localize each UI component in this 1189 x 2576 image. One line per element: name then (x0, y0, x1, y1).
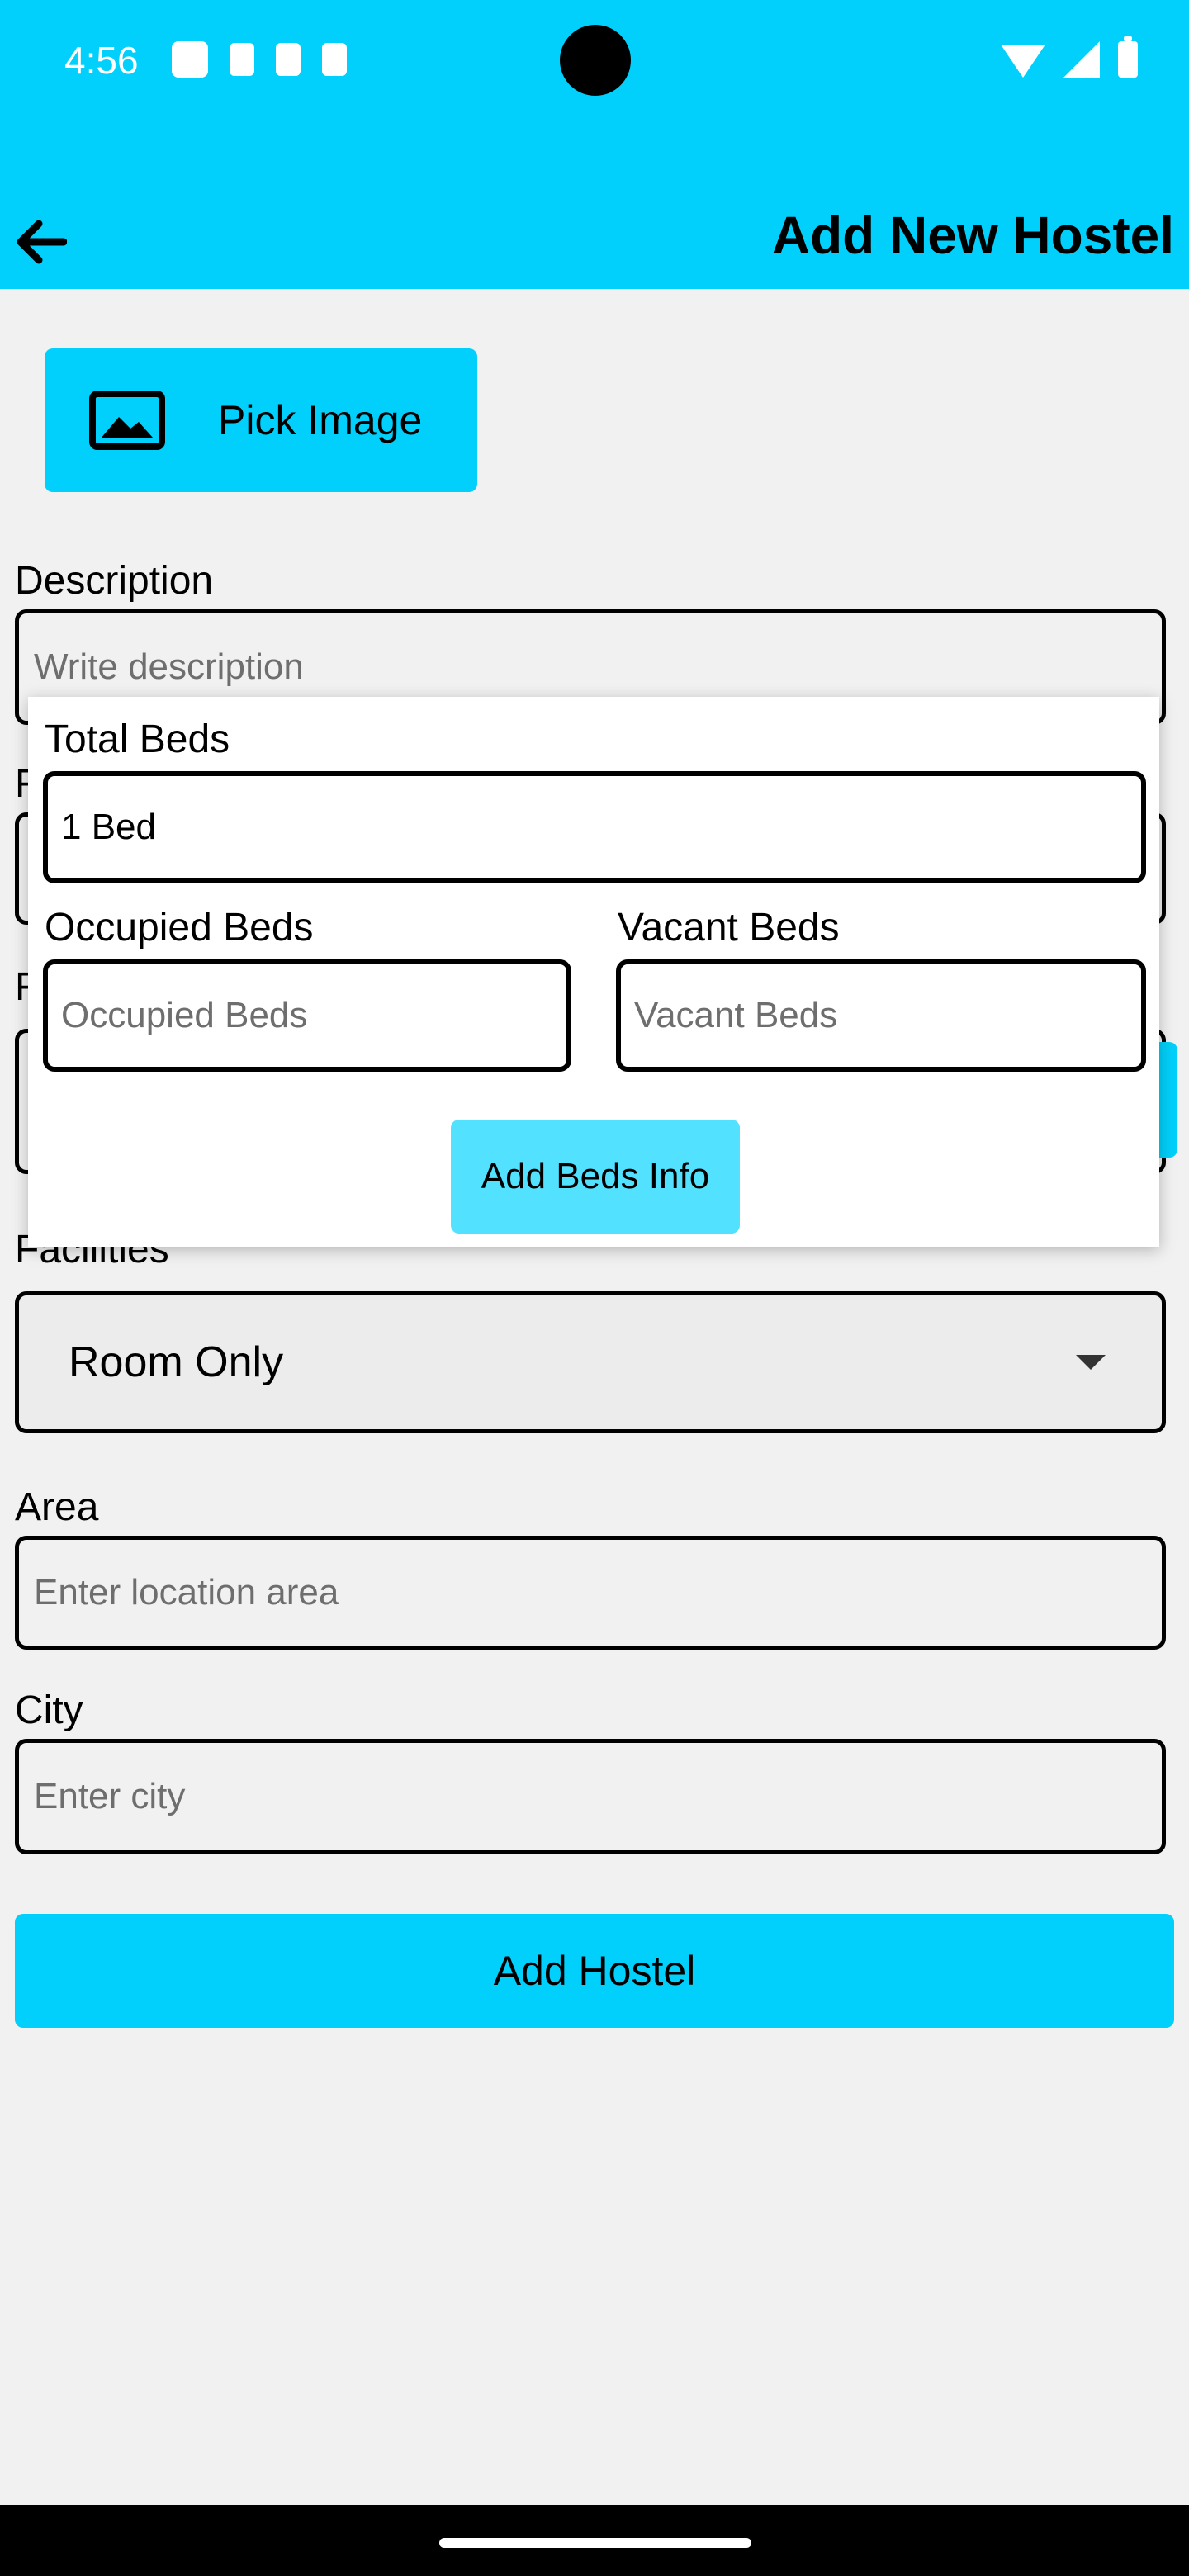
back-button[interactable] (12, 213, 69, 271)
play-protect-icon (172, 41, 208, 78)
image-icon (89, 391, 165, 450)
vacant-beds-input[interactable] (632, 994, 1104, 1037)
sd-card-icon (276, 43, 301, 76)
wifi-icon (1001, 45, 1045, 78)
vacant-beds-label: Vacant Beds (618, 906, 840, 949)
font-app-icon (322, 43, 347, 76)
status-bar: 4:56 (0, 0, 1189, 116)
camera-cutout (560, 25, 631, 96)
battery-icon (1118, 36, 1138, 78)
city-input[interactable] (32, 1775, 1064, 1818)
facilities-selected-value: Room Only (69, 1338, 284, 1386)
accessibility-icon (230, 43, 254, 76)
area-label: Area (15, 1485, 99, 1529)
home-gesture-handle[interactable] (439, 2538, 751, 2548)
total-beds-input[interactable] (59, 806, 1047, 849)
pick-image-label: Pick Image (218, 397, 423, 443)
status-time: 4:56 (64, 39, 139, 82)
area-field[interactable] (15, 1536, 1166, 1650)
add-beds-info-button[interactable]: Add Beds Info (451, 1120, 740, 1234)
total-beds-label: Total Beds (45, 717, 230, 761)
signal-icon (1063, 41, 1100, 78)
pick-image-button[interactable]: Pick Image (45, 348, 477, 492)
facilities-dropdown[interactable]: Room Only (15, 1291, 1166, 1433)
page-title: Add New Hostel (771, 206, 1174, 265)
city-label: City (15, 1688, 83, 1732)
notification-icons (172, 38, 347, 81)
system-nav-bar (0, 2505, 1189, 2576)
dropdown-arrow-icon (1076, 1355, 1106, 1370)
app-bar: Add New Hostel (0, 116, 1189, 289)
vacant-beds-field[interactable] (616, 959, 1146, 1072)
description-label: Description (15, 559, 214, 603)
area-input[interactable] (32, 1571, 1064, 1614)
occupied-beds-field[interactable] (43, 959, 571, 1072)
add-hostel-button[interactable]: Add Hostel (15, 1914, 1174, 2028)
back-arrow-icon (17, 220, 67, 264)
total-beds-field[interactable] (43, 771, 1146, 883)
beds-dialog: Total Beds Occupied Beds Vacant Beds Add… (28, 697, 1159, 1247)
occupied-beds-label: Occupied Beds (45, 906, 314, 949)
city-field[interactable] (15, 1739, 1166, 1854)
description-input[interactable] (32, 646, 1064, 689)
occupied-beds-input[interactable] (59, 994, 530, 1037)
system-icons (1001, 36, 1138, 78)
